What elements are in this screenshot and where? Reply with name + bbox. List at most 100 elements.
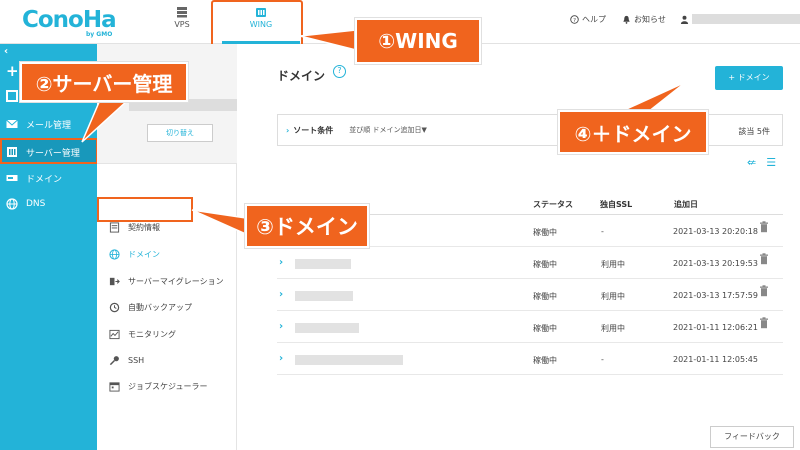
- menu-migration-label: サーバーマイグレーション: [128, 276, 224, 286]
- view-toggle: ⇍ ☰: [747, 156, 776, 169]
- row-ssl: 利用中: [601, 260, 625, 269]
- table-row[interactable]: › 稼働中 利用中 2021-03-13 20:19:53: [277, 247, 783, 279]
- menu-domain-label: ドメイン: [128, 249, 160, 259]
- left-sidebar: ‹ + メール管理 サーバー管理 ドメイン DNS: [0, 44, 97, 450]
- server-square-icon[interactable]: [6, 90, 18, 102]
- row-ssl: 利用中: [601, 324, 625, 333]
- help-question-icon[interactable]: ?: [333, 65, 346, 78]
- sort-order[interactable]: 並び順 ドメイン追加日▼: [349, 125, 427, 135]
- menu-item-domain[interactable]: ドメイン: [109, 244, 160, 264]
- callout-server: ②サーバー管理: [20, 62, 188, 102]
- globe-icon: [6, 198, 18, 210]
- chevron-right-icon[interactable]: ›: [279, 321, 283, 332]
- news-link[interactable]: お知らせ: [622, 14, 666, 25]
- key-icon: [109, 355, 119, 365]
- trash-icon[interactable]: [759, 253, 769, 265]
- user-name-redacted: [692, 14, 800, 24]
- sidebar-item-mail[interactable]: メール管理: [0, 112, 97, 136]
- help-link[interactable]: ? ヘルプ: [570, 14, 606, 25]
- sidebar-item-dns[interactable]: DNS: [0, 192, 97, 216]
- add-icon[interactable]: +: [6, 62, 19, 80]
- callout-add-domain: ④＋ドメイン: [558, 110, 708, 154]
- scheduler-icon: [109, 381, 120, 392]
- menu-item-scheduler[interactable]: ジョブスケジューラー: [109, 376, 207, 396]
- menu-backup-label: 自動バックアップ: [128, 302, 192, 312]
- menu-item-monitoring[interactable]: モニタリング: [109, 324, 176, 344]
- column-header-ssl: 独自SSL: [600, 200, 633, 209]
- logo-text: ConoHa: [22, 7, 117, 33]
- news-label: お知らせ: [634, 15, 666, 24]
- chevron-right-icon[interactable]: ›: [279, 289, 283, 300]
- menu-item-migration[interactable]: サーバーマイグレーション: [109, 271, 224, 291]
- secondary-sidebar: 切り替え 契約情報 ドメイン サーバーマイグレーション 自動バックアップ モニタ…: [97, 44, 241, 450]
- backup-icon: [109, 302, 120, 312]
- callout-domain: ③ドメイン: [245, 204, 369, 248]
- server-highlight-box: [0, 138, 98, 164]
- tab-vps[interactable]: VPS: [170, 6, 194, 44]
- tab-vps-label: VPS: [174, 20, 190, 29]
- wing-highlight-box: [211, 0, 303, 48]
- chevron-right-icon[interactable]: ›: [279, 353, 283, 364]
- row-date: 2021-01-11 12:05:45: [673, 355, 758, 364]
- mail-icon: [6, 119, 18, 128]
- menu-monitoring-label: モニタリング: [128, 329, 176, 339]
- callout-wing: ①WING: [355, 18, 481, 64]
- domain-menu-highlight-box: [97, 197, 193, 222]
- tree-view-icon[interactable]: ⇍: [747, 156, 756, 169]
- svg-text:?: ?: [573, 18, 576, 24]
- column-header-date: 追加日: [674, 200, 698, 209]
- help-label: ヘルプ: [582, 15, 606, 24]
- table-row[interactable]: › 稼働中 利用中 2021-01-11 12:06:21: [277, 311, 783, 343]
- row-status: 稼働中: [533, 324, 557, 333]
- row-ssl: -: [601, 355, 604, 364]
- trash-icon[interactable]: [759, 285, 769, 297]
- sidebar-item-domain[interactable]: ドメイン: [0, 166, 97, 190]
- menu-item-ssh[interactable]: SSH: [109, 350, 144, 370]
- table-row[interactable]: › 稼働中 - 2021-01-11 12:05:45: [277, 343, 783, 375]
- menu-ssh-label: SSH: [128, 355, 145, 365]
- menu-scheduler-label: ジョブスケジューラー: [128, 381, 208, 391]
- user-menu[interactable]: [680, 14, 800, 24]
- switch-button[interactable]: 切り替え: [147, 124, 213, 142]
- globe-icon: [109, 248, 120, 260]
- vps-icon: [177, 7, 187, 18]
- collapse-icon[interactable]: ‹: [4, 46, 8, 57]
- result-count: 該当 5件: [738, 127, 770, 136]
- row-date: 2021-01-11 12:06:21: [673, 323, 758, 332]
- trash-icon[interactable]: [759, 317, 769, 329]
- list-view-icon[interactable]: ☰: [766, 156, 776, 169]
- domain-name-redacted: [295, 323, 359, 333]
- logo-sub: by GMO: [86, 31, 113, 38]
- row-status: 稼働中: [533, 356, 557, 365]
- domain-name-redacted: [295, 259, 351, 269]
- row-status: 稼働中: [533, 228, 557, 237]
- row-ssl: -: [601, 227, 604, 236]
- row-status: 稼働中: [533, 292, 557, 301]
- row-status: 稼働中: [533, 260, 557, 269]
- row-date: 2021-03-13 20:20:18: [673, 227, 758, 236]
- conoha-logo[interactable]: ConoHa by GMO: [22, 6, 122, 38]
- trash-icon[interactable]: [759, 221, 769, 233]
- sidebar-dns-label: DNS: [26, 199, 46, 209]
- chevron-right-icon[interactable]: ›: [279, 257, 283, 268]
- sidebar-mail-label: メール管理: [26, 120, 72, 131]
- row-ssl: 利用中: [601, 292, 625, 301]
- domain-name-redacted: [295, 355, 403, 365]
- table-row[interactable]: › 稼働中 利用中 2021-03-13 17:57:59: [277, 279, 783, 311]
- menu-contract-label: 契約情報: [128, 222, 160, 232]
- contract-icon: [109, 221, 120, 233]
- domain-icon: [6, 175, 18, 181]
- chevron-right-icon: ›: [286, 125, 290, 135]
- menu-item-backup[interactable]: 自動バックアップ: [109, 297, 192, 317]
- sidebar-domain-label: ドメイン: [26, 174, 63, 185]
- add-domain-button[interactable]: + ドメイン: [715, 66, 783, 90]
- row-date: 2021-03-13 17:57:59: [673, 291, 758, 300]
- row-date: 2021-03-13 20:19:53: [673, 259, 758, 268]
- user-icon: [680, 15, 689, 24]
- feedback-button[interactable]: フィードバック: [710, 426, 794, 448]
- bell-icon: [623, 15, 630, 24]
- column-header-status: ステータス: [533, 200, 573, 209]
- migration-icon: [109, 277, 120, 285]
- page-title: ドメイン: [277, 69, 326, 83]
- domain-name-redacted: [295, 291, 353, 301]
